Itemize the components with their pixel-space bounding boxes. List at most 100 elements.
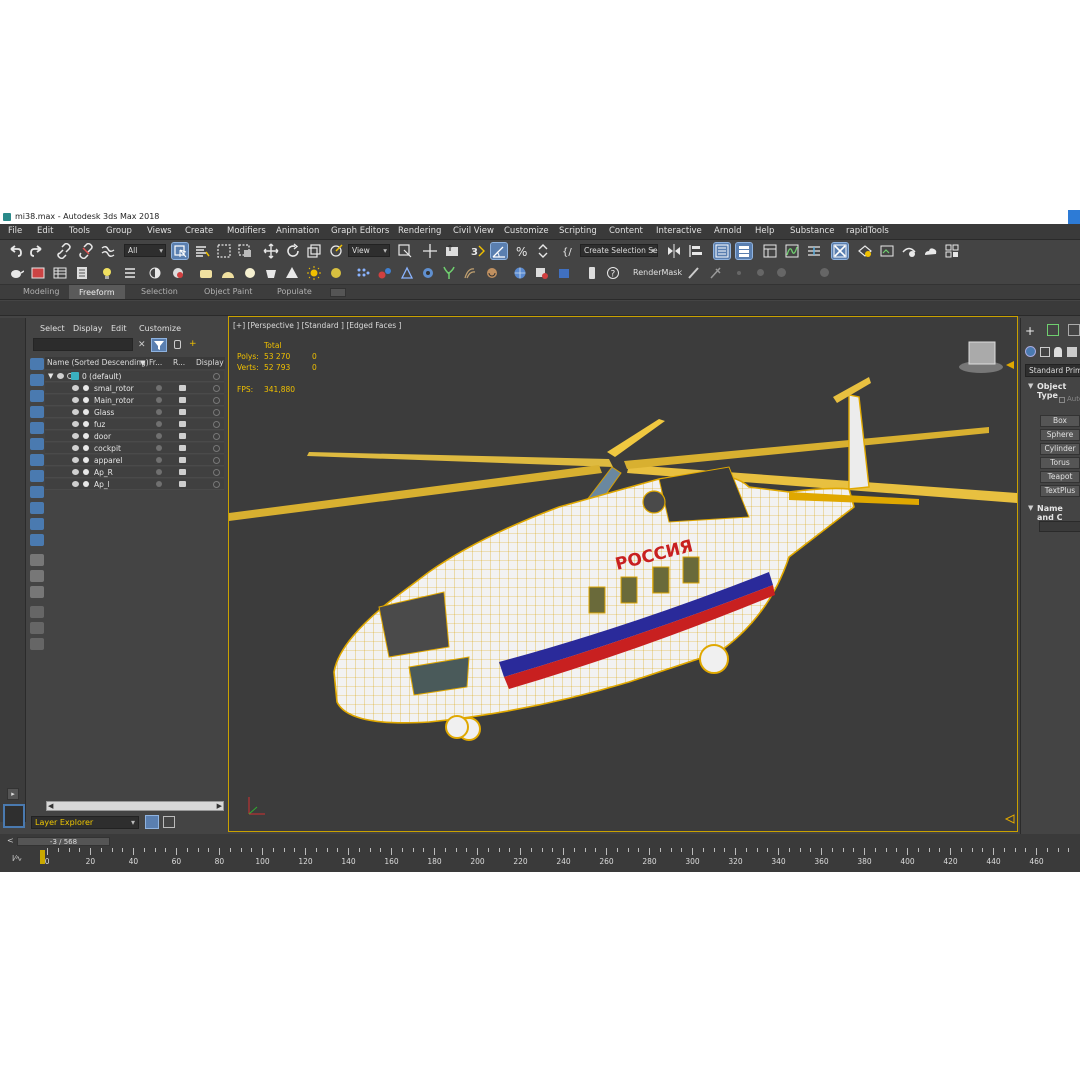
light-list-icon[interactable]: [122, 266, 138, 280]
rotate-icon[interactable]: [285, 243, 301, 259]
renderable-icon[interactable]: [179, 385, 186, 391]
snaps-toggle-icon[interactable]: 3: [470, 243, 486, 259]
cylinder-button[interactable]: Cylinder: [1040, 443, 1080, 455]
expand-panel-icon[interactable]: ▸: [7, 788, 19, 800]
place-icon[interactable]: [328, 243, 344, 259]
display-mode-icon[interactable]: [213, 409, 220, 416]
lights-category-icon[interactable]: [1054, 347, 1062, 357]
list-item[interactable]: apparel: [45, 455, 224, 466]
gear-cluster-icon[interactable]: [420, 266, 436, 280]
toggle-layer-explorer-icon[interactable]: [735, 242, 753, 260]
visibility-eye-icon[interactable]: [72, 469, 79, 475]
teapot-button[interactable]: Teapot: [1040, 471, 1080, 483]
menu-graph-editors[interactable]: Graph Editors: [331, 226, 389, 236]
freeze-icon[interactable]: [156, 481, 162, 487]
filter-icon[interactable]: [151, 338, 167, 352]
blue-box-icon[interactable]: [556, 266, 572, 280]
render-mask-label[interactable]: RenderMask: [633, 268, 682, 277]
list-item[interactable]: Ap_l: [45, 479, 224, 490]
visibility-eye-icon[interactable]: [72, 385, 79, 391]
rollout-collapse-icon[interactable]: ▼: [1028, 504, 1033, 512]
visibility-eye-icon[interactable]: [72, 433, 79, 439]
renderable-icon[interactable]: [179, 457, 186, 463]
display-geometry-icon[interactable]: [30, 358, 44, 370]
time-slider-prev-icon[interactable]: <: [7, 836, 14, 845]
display-mode-icon[interactable]: [213, 373, 220, 380]
display-xrefs-icon[interactable]: [30, 470, 44, 482]
visibility-eye-icon[interactable]: [72, 445, 79, 451]
box-primitive-icon[interactable]: [198, 266, 214, 280]
layer-explorer-icon[interactable]: [145, 815, 159, 829]
tab-freeform[interactable]: Freeform: [69, 285, 125, 299]
tab-populate[interactable]: Populate: [277, 287, 312, 296]
cameras-category-icon[interactable]: [1067, 347, 1077, 357]
render-setup-icon[interactable]: [857, 243, 873, 259]
named-selection-set-dropdown[interactable]: Create Selection Se ▾: [580, 244, 658, 257]
freeze-icon[interactable]: [156, 445, 162, 451]
globe-icon[interactable]: [512, 266, 528, 280]
freeze-icon[interactable]: [156, 469, 162, 475]
rendered-frame-window-icon[interactable]: [879, 243, 895, 259]
list-item[interactable]: Glass: [45, 407, 224, 418]
list-item[interactable]: Main_rotor: [45, 395, 224, 406]
new-layer-icon[interactable]: +: [189, 339, 197, 349]
column-render[interactable]: R...: [173, 357, 185, 369]
freeze-icon[interactable]: [156, 457, 162, 463]
select-manipulate-icon[interactable]: [422, 243, 438, 259]
phone-icon[interactable]: [584, 266, 600, 280]
move-icon[interactable]: [263, 243, 279, 259]
layer-row-default[interactable]: ▼ 0 (default): [45, 371, 224, 382]
clear-search-icon[interactable]: ✕: [138, 340, 146, 350]
align-icon[interactable]: [688, 243, 704, 259]
window-crossing-icon[interactable]: [237, 243, 253, 259]
teapot-icon[interactable]: [8, 266, 24, 280]
filter-selected-icon[interactable]: [30, 622, 44, 634]
menu-content[interactable]: Content: [609, 226, 643, 236]
torus-button[interactable]: Torus: [1040, 457, 1080, 469]
geometry-category-icon[interactable]: [1025, 346, 1036, 357]
toggle-scene-explorer-icon[interactable]: [713, 242, 731, 260]
modify-panel-icon[interactable]: [1047, 324, 1059, 336]
display-cameras-icon[interactable]: [30, 406, 44, 418]
pivot-center-icon[interactable]: [397, 243, 413, 259]
mirror-icon[interactable]: [666, 243, 682, 259]
brush-icon[interactable]: [686, 266, 702, 280]
explorer-book-icon[interactable]: [30, 638, 44, 650]
scroll-right-icon[interactable]: ▶: [217, 802, 222, 810]
collapse-arrow-icon[interactable]: ▼: [48, 371, 53, 382]
selection-filter-dropdown[interactable]: All ▾: [124, 244, 166, 257]
curve-editor-icon[interactable]: [784, 243, 800, 259]
display-mode-icon[interactable]: [213, 469, 220, 476]
display-containers-icon[interactable]: [30, 502, 44, 514]
render-frame-icon[interactable]: [30, 266, 46, 280]
undo-icon[interactable]: [7, 243, 23, 259]
shell-icon[interactable]: [484, 266, 500, 280]
pin-icon[interactable]: [708, 266, 724, 280]
freeze-icon[interactable]: [156, 385, 162, 391]
menu-customize[interactable]: Customize: [504, 226, 549, 236]
rectangular-region-icon[interactable]: [216, 243, 232, 259]
menu-rapidtools[interactable]: rapidTools: [846, 226, 889, 236]
display-hidden-icon[interactable]: [30, 534, 44, 546]
renderable-icon[interactable]: [179, 409, 186, 415]
explorer-type-dropdown[interactable]: Layer Explorer ▾: [31, 816, 139, 829]
material-editor-icon[interactable]: [831, 242, 849, 260]
cone-icon[interactable]: [284, 266, 300, 280]
render-in-cloud-icon[interactable]: [922, 243, 938, 259]
freeze-icon[interactable]: [156, 421, 162, 427]
display-all-icon[interactable]: [30, 554, 44, 566]
render-list-icon[interactable]: [74, 266, 90, 280]
display-bones-icon[interactable]: [30, 486, 44, 498]
display-mode-icon[interactable]: [213, 457, 220, 464]
select-object-icon[interactable]: [171, 242, 189, 260]
cup-icon[interactable]: [263, 266, 279, 280]
rig-icon[interactable]: [399, 266, 415, 280]
select-by-name-icon[interactable]: [194, 243, 210, 259]
material-map-icon[interactable]: [534, 266, 550, 280]
particle-grid-icon[interactable]: [355, 266, 371, 280]
dome-icon[interactable]: [220, 266, 236, 280]
plant-icon[interactable]: [441, 266, 457, 280]
render-grid-icon[interactable]: [944, 243, 960, 259]
freeze-icon[interactable]: [156, 397, 162, 403]
menu-arnold[interactable]: Arnold: [714, 226, 742, 236]
